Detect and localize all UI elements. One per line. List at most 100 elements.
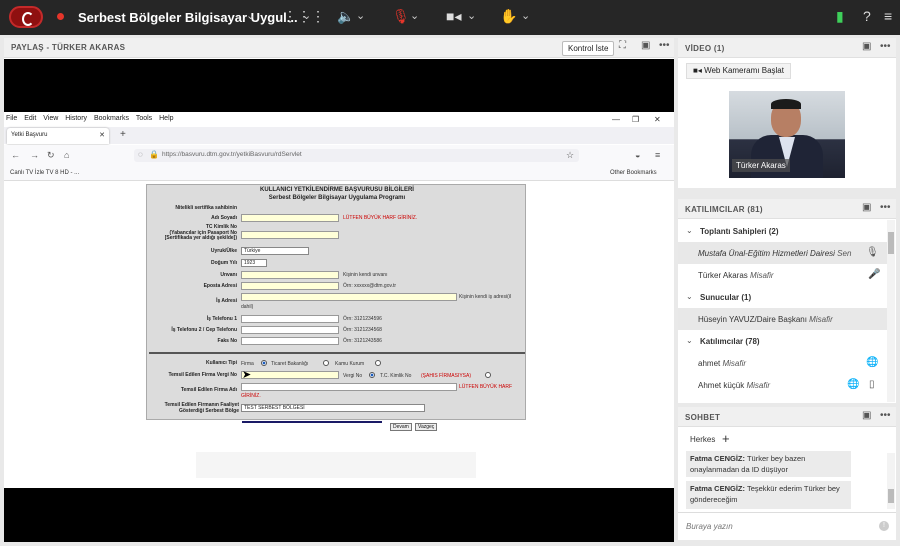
close-tab-icon[interactable]: ✕ <box>99 131 105 139</box>
scrollbar-thumb[interactable] <box>888 489 894 503</box>
maximize-icon[interactable]: ▣ <box>862 202 871 213</box>
bookmark-item[interactable]: Canlı TV İzle TV 8 HD - ... <box>10 170 79 176</box>
participants-scrollbar[interactable] <box>887 220 895 402</box>
meeting-title[interactable]: Serbest Bölgeler Bilgisayar Uygul... <box>78 10 298 25</box>
speaker-icon[interactable]: 🔈 <box>337 8 354 25</box>
label-cert: Nitelikli sertifika sahibinin <box>175 205 237 211</box>
more-options-icon[interactable]: ••• <box>659 40 670 51</box>
menu-tools[interactable]: Tools <box>136 115 152 122</box>
label-phone2: İş Telefonu 2 / Cep Telefonu <box>171 327 237 333</box>
menu-icon[interactable]: ≡ <box>884 8 892 24</box>
maximize-icon[interactable]: ▣ <box>862 41 871 52</box>
hand-raise-icon[interactable]: ✋ <box>500 8 517 25</box>
forward-icon[interactable]: → <box>30 150 39 160</box>
mic-icon[interactable]: 🎤 <box>868 269 880 280</box>
restore-icon[interactable]: ❐ <box>632 115 639 124</box>
radio-ticaret[interactable] <box>323 360 329 366</box>
zone-select[interactable]: TEST SERBEST BÖLGESİ <box>241 404 425 412</box>
maximize-icon[interactable]: ▣ <box>862 410 871 421</box>
chevron-down-icon: ⌄ <box>686 226 693 235</box>
other-bookmarks[interactable]: Other Bookmarks <box>610 170 657 176</box>
tc-input[interactable] <box>241 231 339 239</box>
menu-edit[interactable]: Edit <box>24 115 36 122</box>
menu-view[interactable]: View <box>43 115 58 122</box>
address-bar[interactable]: ◌ 🔒 https://basvuru.dtm.gov.tr/yetkiBasv… <box>134 149 579 162</box>
radio-tc[interactable] <box>485 372 491 378</box>
participant-row[interactable]: Türker Akaras Misafir 🎤 <box>678 264 888 286</box>
option-vergi-label: Vergi No <box>343 373 363 379</box>
section-hosts[interactable]: ⌄ Toplantı Sahipleri (2) <box>678 220 896 242</box>
chevron-down-icon[interactable]: ⌄ <box>302 9 311 22</box>
hamburger-icon[interactable]: ≡ <box>655 150 660 160</box>
menu-file[interactable]: File <box>6 115 17 122</box>
chevron-down-icon[interactable]: ⌄ <box>521 9 530 22</box>
work-address-input[interactable] <box>241 293 457 301</box>
new-tab-icon[interactable]: + <box>120 129 126 140</box>
request-control-button[interactable]: Kontrol İste <box>562 41 615 56</box>
maximize-icon[interactable]: ▣ <box>641 40 650 51</box>
participants-panel: KATILIMCILAR (81) ▣ ••• ⌄ Toplantı Sahip… <box>678 199 896 403</box>
chat-message: Fatma CENGİZ: Teşekkür ederim Türker bey… <box>686 481 851 509</box>
birth-year-select[interactable]: 1923 <box>241 259 267 267</box>
minimize-icon[interactable]: — <box>612 115 620 124</box>
chevron-down-icon[interactable]: ⌄ <box>246 9 255 22</box>
company-input[interactable] <box>241 383 457 391</box>
browser-tab[interactable]: Yetki Başvuru ✕ <box>7 128 109 144</box>
radio-vergi[interactable] <box>369 372 375 378</box>
participant-row[interactable]: Mustafa Ünal-Eğitim Hizmetleri Dairesi S… <box>678 242 888 264</box>
menu-history[interactable]: History <box>65 115 87 122</box>
help-icon[interactable]: ? <box>863 8 871 24</box>
mic-muted-icon[interactable]: 🎙 <box>866 247 879 258</box>
scrollbar-thumb[interactable] <box>888 232 894 254</box>
bookmark-star-icon[interactable]: ☆ <box>566 150 574 161</box>
start-webcam-button[interactable]: ■◂ Web Kameramı Başlat <box>686 63 791 79</box>
chat-input[interactable]: Buraya yazın ! <box>678 512 896 540</box>
chevron-down-icon: ⌄ <box>686 292 693 301</box>
phone1-input[interactable] <box>241 315 339 323</box>
info-icon[interactable]: ! <box>879 521 889 531</box>
more-options-icon[interactable]: ••• <box>880 410 891 421</box>
share-title: PAYLAŞ - TÜRKER AKARAS <box>11 43 126 52</box>
name-input[interactable] <box>241 214 339 222</box>
tax-input[interactable] <box>241 371 339 379</box>
chevron-down-icon[interactable]: ⌄ <box>467 9 476 22</box>
more-options-icon[interactable]: ••• <box>880 202 891 213</box>
add-chat-icon[interactable]: + <box>722 431 730 446</box>
participant-row[interactable]: Ahmet küçük Misafir 🌐 ▯ <box>678 374 888 396</box>
chevron-down-icon[interactable]: ⌄ <box>356 9 365 22</box>
more-options-icon[interactable]: ••• <box>880 41 891 52</box>
fit-screen-icon[interactable]: ⛶ <box>619 40 626 51</box>
browser-tab-row: Yetki Başvuru ✕ + <box>4 127 674 144</box>
share-panel-header: PAYLAŞ - TÜRKER AKARAS Kontrol İste ⛶ ▣ … <box>4 38 674 58</box>
chat-tab-everyone[interactable]: Herkes <box>690 435 715 444</box>
section-presenters[interactable]: ⌄ Sunucular (1) <box>678 286 896 308</box>
phone2-input[interactable] <box>241 326 339 334</box>
camera-icon[interactable]: ■◂ <box>446 8 461 25</box>
back-icon[interactable]: ← <box>11 150 20 160</box>
chevron-down-icon[interactable]: ⌄ <box>410 9 419 22</box>
fax-input[interactable] <box>241 337 339 345</box>
radio-kamu[interactable] <box>375 360 381 366</box>
chat-scrollbar[interactable] <box>887 453 895 509</box>
continue-button[interactable]: Devam <box>390 423 412 431</box>
form-header: KULLANICI YETKİLENDİRME BAŞVURUSU BİLGİL… <box>260 187 414 193</box>
participant-role: Misafir <box>722 359 747 368</box>
cancel-button[interactable]: Vazgeç <box>415 423 438 431</box>
pocket-icon[interactable]: ◒ <box>635 150 640 160</box>
shared-browser-window: File Edit View History Bookmarks Tools H… <box>4 112 674 488</box>
participant-row[interactable]: ahmet Misafir 🌐 <box>678 352 888 374</box>
menu-help[interactable]: Help <box>159 115 173 122</box>
close-icon[interactable]: ✕ <box>654 115 661 124</box>
participant-row[interactable]: Hüseyin YAVUZ/Daire Başkanı Misafir <box>678 308 888 330</box>
title-input[interactable] <box>241 271 339 279</box>
email-input[interactable] <box>241 282 339 290</box>
speaker-video[interactable]: Türker Akaras <box>729 91 845 178</box>
radio-firma[interactable] <box>261 360 267 366</box>
home-icon[interactable]: ⌂ <box>64 150 69 160</box>
country-select[interactable]: Türkiye <box>241 247 309 255</box>
section-attendees[interactable]: ⌄ Katılımcılar (78) <box>678 330 896 352</box>
menu-bookmarks[interactable]: Bookmarks <box>94 115 129 122</box>
label-work-address: İş Adresi <box>216 298 237 304</box>
mic-muted-icon[interactable]: 🎙 <box>392 8 410 25</box>
reload-icon[interactable]: ↻ <box>47 150 55 161</box>
